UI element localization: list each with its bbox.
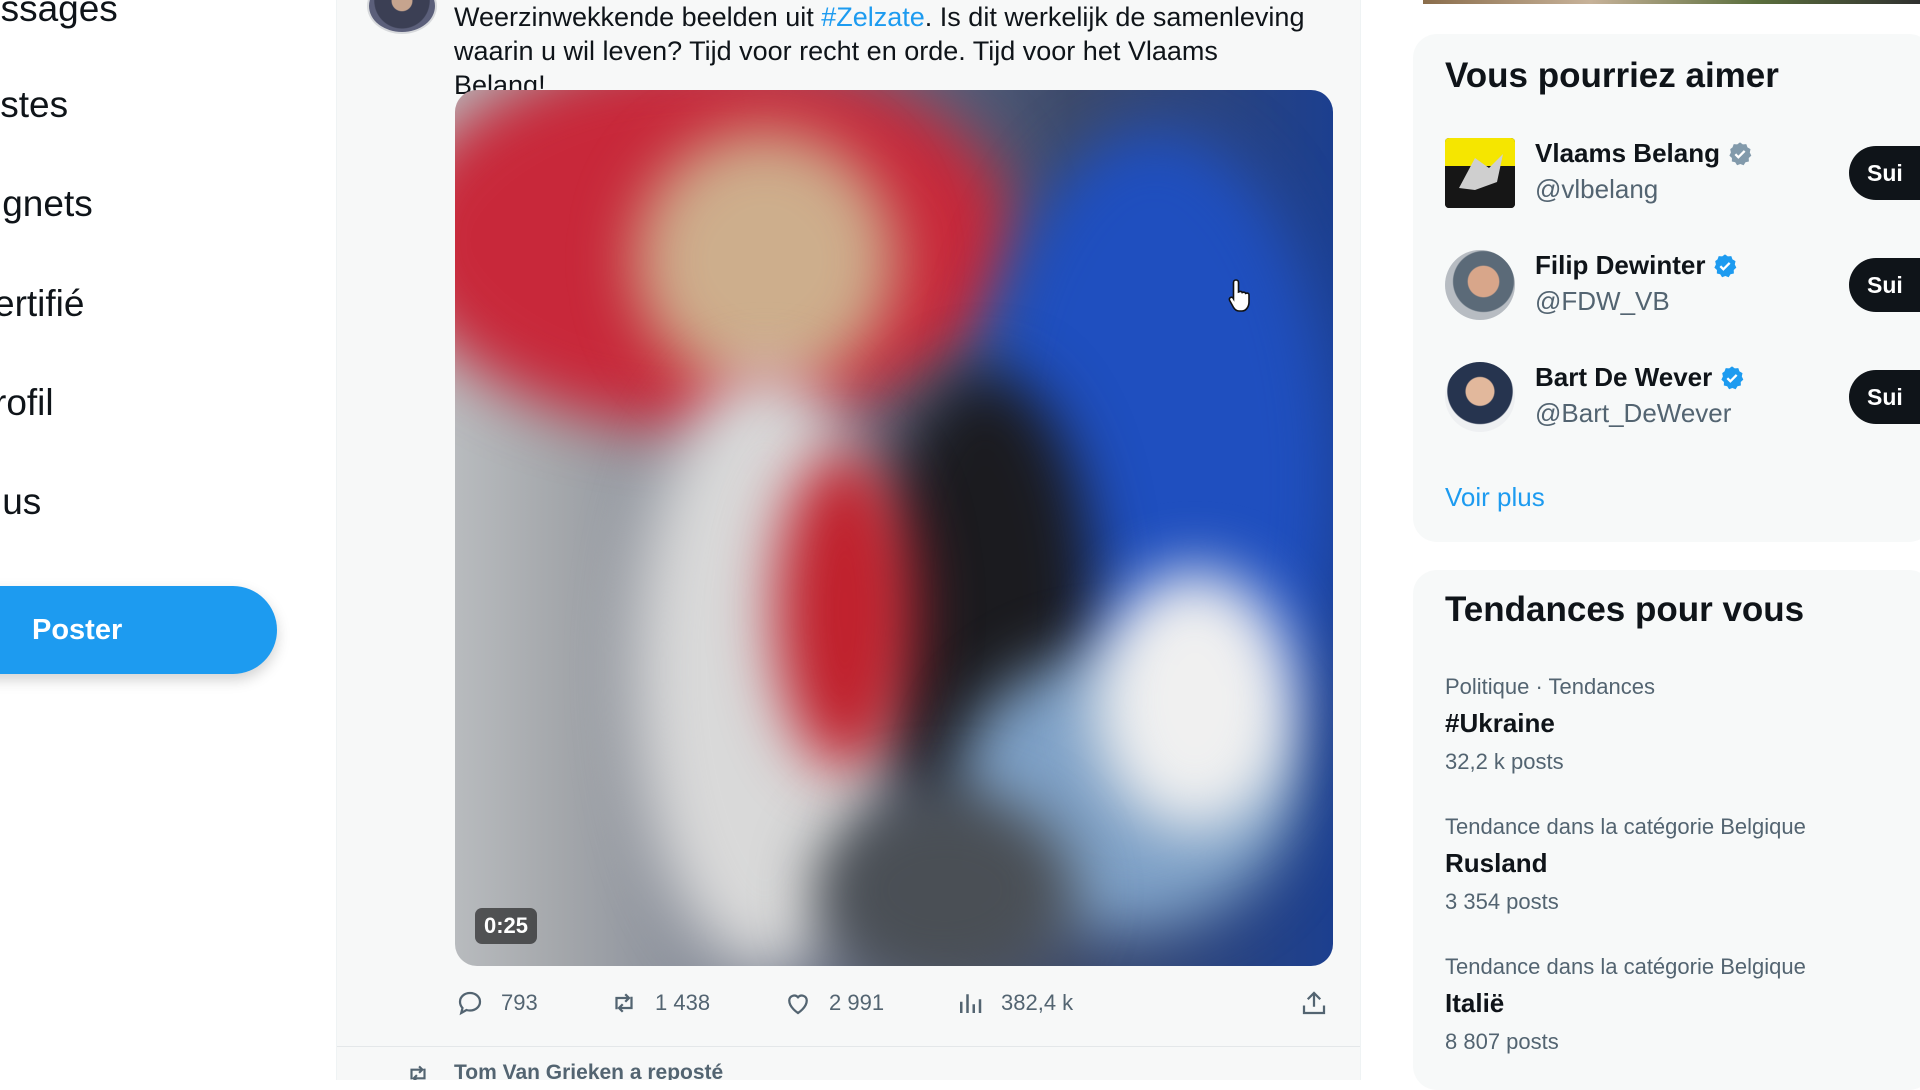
trend-name: Italië [1445,988,1505,1018]
nav-item-more[interactable]: lus [0,481,41,523]
trend-category: Tendance dans la catégorie Belgique [1445,814,1806,839]
repost-icon [410,1065,426,1080]
follow-button[interactable]: Sui [1849,258,1920,312]
suggestion-name-text: Vlaams Belang [1535,138,1720,168]
follow-button[interactable]: Sui [1849,146,1920,200]
vlaams-belang-logo-icon [1445,138,1515,208]
right-sidebar: Vous pourriez aimer Vlaams Belang @vlbel… [1361,0,1920,1090]
tweet-actions: 793 1 438 2 991 382,4 k [455,988,1335,1024]
show-more-link[interactable]: Voir plus [1445,482,1545,513]
suggestion-name-text: Bart De Wever [1535,362,1713,392]
suggestion-filip-dewinter[interactable]: Filip Dewinter @FDW_VB Sui [1445,250,1920,330]
trend-category: Tendance dans la catégorie Belgique [1445,954,1806,979]
trend-post-count: 8 807 posts [1445,1029,1559,1054]
trend-item[interactable]: Tendance dans la catégorie Belgique Ital… [1445,954,1915,1055]
nav-item-messages[interactable]: essages [0,0,118,30]
suggestion-handle: @Bart_DeWever [1535,398,1732,428]
views-count: 382,4 k [1001,990,1074,1015]
left-navigation: essages istes ignets ertifié rofil lus P… [0,0,336,1080]
verified-icon [1721,365,1744,389]
nav-item-bookmarks[interactable]: ignets [0,183,93,225]
nav-item-profile[interactable]: rofil [0,382,54,424]
nav-item-lists[interactable]: istes [0,84,68,126]
who-to-follow-title: Vous pourriez aimer [1445,56,1779,95]
trend-name: Rusland [1445,848,1548,878]
who-to-follow-card: Vous pourriez aimer Vlaams Belang @vlbel… [1413,34,1920,542]
reply-icon [458,991,482,1016]
suggestion-name-text: Filip Dewinter [1535,250,1706,280]
tweet-text: Weerzinwekkende beelden uit #Zelzate. Is… [454,0,1314,102]
like-count: 2 991 [829,990,885,1015]
reposted-by-label[interactable]: Tom Van Grieken a reposté [454,1061,723,1080]
tweet-video[interactable]: 0:25 [455,90,1333,966]
share-icon [1302,991,1326,1015]
avatar[interactable] [1445,250,1515,320]
author-avatar[interactable] [367,0,437,34]
tweet-text-part: Weerzinwekkende beelden uit [454,2,822,32]
trend-item[interactable]: Politique · Tendances #Ukraine 32,2 k po… [1445,674,1915,775]
repost-count: 1 438 [655,990,711,1015]
suggestion-name[interactable]: Vlaams Belang [1535,138,1754,169]
poster-button[interactable]: Poster [0,586,277,674]
trends-card: Tendances pour vous Politique · Tendance… [1413,570,1920,1090]
video-frame-area [1095,570,1295,830]
reply-button[interactable]: 793 [455,988,538,1018]
views-button[interactable]: 382,4 k [955,988,1073,1018]
share-button[interactable] [1299,988,1329,1018]
suggestion-bart-de-wever[interactable]: Bart De Wever @Bart_DeWever Sui [1445,362,1920,442]
video-frame-area [775,450,915,770]
nav-item-verified[interactable]: ertifié [0,283,84,325]
suggestion-handle: @FDW_VB [1535,286,1670,316]
pointer-cursor-icon [1228,279,1250,312]
verified-icon [1729,141,1752,165]
suggestion-handle: @vlbelang [1535,174,1659,204]
avatar[interactable] [1445,138,1515,208]
repost-button[interactable]: 1 438 [609,988,710,1018]
trends-title: Tendances pour vous [1445,590,1805,629]
trending-media-strip [1423,0,1920,4]
hashtag-link[interactable]: #Zelzate [821,2,925,32]
repost-icon [615,993,633,1013]
video-frame-area [635,130,895,390]
views-icon [960,994,982,1013]
suggestion-vlaams-belang[interactable]: Vlaams Belang @vlbelang Sui [1445,138,1920,218]
reply-count: 793 [501,990,538,1015]
trend-item[interactable]: Tendance dans la catégorie Belgique Rusl… [1445,814,1915,915]
suggestion-name[interactable]: Bart De Wever [1535,362,1746,393]
timeline-feed: Weerzinwekkende beelden uit #Zelzate. Is… [337,0,1360,1080]
trend-category: Politique · Tendances [1445,674,1655,699]
like-icon [788,994,808,1015]
video-duration: 0:25 [475,908,538,944]
avatar[interactable] [1445,362,1515,432]
trend-post-count: 32,2 k posts [1445,749,1564,774]
like-button[interactable]: 2 991 [783,988,884,1018]
trend-post-count: 3 354 posts [1445,889,1559,914]
trend-name: #Ukraine [1445,708,1555,738]
follow-button[interactable]: Sui [1849,370,1920,424]
suggestion-name[interactable]: Filip Dewinter [1535,250,1739,281]
verified-icon [1714,253,1737,277]
next-post-header: Tom Van Grieken a reposté [337,1046,1360,1080]
